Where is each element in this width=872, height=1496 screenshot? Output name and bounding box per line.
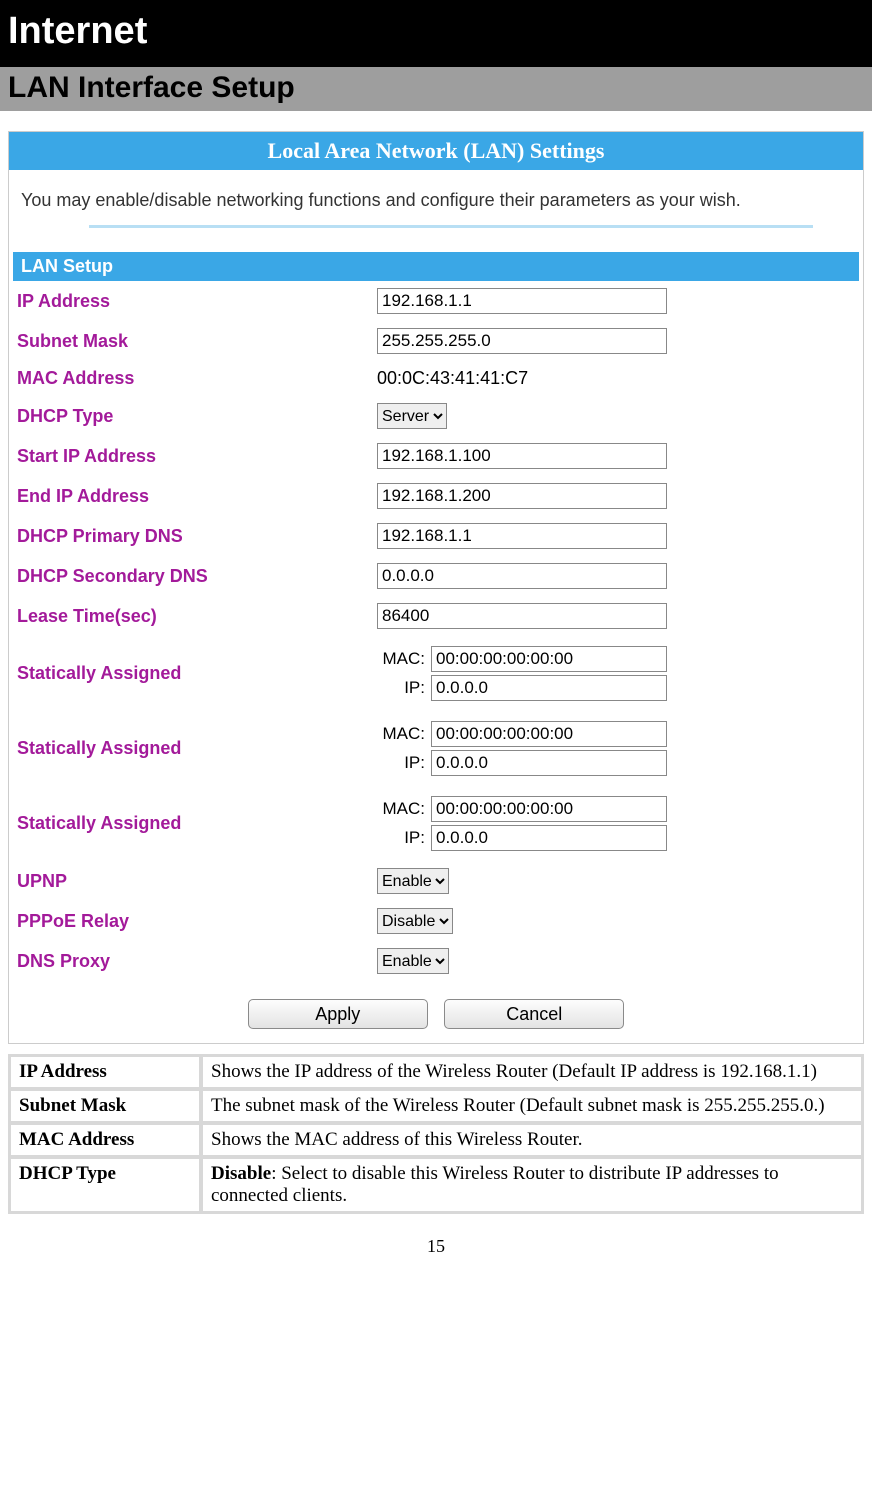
desc-key-dhcp: DHCP Type (10, 1158, 200, 1212)
label-static-3: Statically Assigned (9, 786, 369, 861)
label-static-2: Statically Assigned (9, 711, 369, 786)
static3-ip-input[interactable] (431, 825, 667, 851)
label-secondary-dns: DHCP Secondary DNS (9, 556, 369, 596)
label-dhcp-type: DHCP Type (9, 396, 369, 436)
label-start-ip: Start IP Address (9, 436, 369, 476)
desc-val-dhcp: Disable: Select to disable this Wireless… (202, 1158, 862, 1212)
table-row: IP Address Shows the IP address of the W… (10, 1056, 862, 1088)
label-static1-mac: MAC: (377, 649, 425, 669)
dns-proxy-select[interactable]: Enable (377, 948, 449, 974)
lan-settings-panel: Local Area Network (LAN) Settings You ma… (8, 131, 864, 1044)
panel-title: Local Area Network (LAN) Settings (9, 132, 863, 170)
static3-mac-input[interactable] (431, 796, 667, 822)
label-static-1: Statically Assigned (9, 636, 369, 711)
button-row: Apply Cancel (9, 981, 863, 1043)
panel-description: You may enable/disable networking functi… (9, 170, 863, 217)
table-row: MAC Address Shows the MAC address of thi… (10, 1124, 862, 1156)
page-number: 15 (0, 1236, 872, 1257)
label-static2-ip: IP: (377, 753, 425, 773)
desc-key-ip: IP Address (10, 1056, 200, 1088)
table-row: DHCP Type Disable: Select to disable thi… (10, 1158, 862, 1212)
cancel-button[interactable]: Cancel (444, 999, 624, 1029)
lease-time-input[interactable] (377, 603, 667, 629)
description-table: IP Address Shows the IP address of the W… (8, 1054, 864, 1214)
label-pppoe-relay: PPPoE Relay (9, 901, 369, 941)
secondary-dns-input[interactable] (377, 563, 667, 589)
table-row: Subnet Mask The subnet mask of the Wirel… (10, 1090, 862, 1122)
lan-form-table: IP Address Subnet Mask MAC Address 00:0C… (9, 281, 863, 981)
page-title-sub: LAN Interface Setup (0, 67, 872, 111)
label-static2-mac: MAC: (377, 724, 425, 744)
pppoe-relay-select[interactable]: Disable (377, 908, 453, 934)
label-mac-address: MAC Address (9, 361, 369, 396)
apply-button[interactable]: Apply (248, 999, 428, 1029)
ip-address-input[interactable] (377, 288, 667, 314)
static2-mac-input[interactable] (431, 721, 667, 747)
group-title-lan-setup: LAN Setup (13, 252, 859, 281)
label-primary-dns: DHCP Primary DNS (9, 516, 369, 556)
page-title-main: Internet (0, 0, 872, 67)
label-end-ip: End IP Address (9, 476, 369, 516)
divider (89, 225, 813, 228)
label-lease-time: Lease Time(sec) (9, 596, 369, 636)
static1-mac-input[interactable] (431, 646, 667, 672)
subnet-mask-input[interactable] (377, 328, 667, 354)
upnp-select[interactable]: Enable (377, 868, 449, 894)
label-ip-address: IP Address (9, 281, 369, 321)
label-subnet-mask: Subnet Mask (9, 321, 369, 361)
static2-ip-input[interactable] (431, 750, 667, 776)
label-upnp: UPNP (9, 861, 369, 901)
desc-val-mac: Shows the MAC address of this Wireless R… (202, 1124, 862, 1156)
start-ip-input[interactable] (377, 443, 667, 469)
label-static3-ip: IP: (377, 828, 425, 848)
primary-dns-input[interactable] (377, 523, 667, 549)
label-dns-proxy: DNS Proxy (9, 941, 369, 981)
label-static1-ip: IP: (377, 678, 425, 698)
dhcp-type-select[interactable]: Server (377, 403, 447, 429)
static1-ip-input[interactable] (431, 675, 667, 701)
end-ip-input[interactable] (377, 483, 667, 509)
mac-address-value: 00:0C:43:41:41:C7 (369, 361, 863, 396)
desc-val-ip: Shows the IP address of the Wireless Rou… (202, 1056, 862, 1088)
desc-val-subnet: The subnet mask of the Wireless Router (… (202, 1090, 862, 1122)
label-static3-mac: MAC: (377, 799, 425, 819)
desc-key-mac: MAC Address (10, 1124, 200, 1156)
desc-key-subnet: Subnet Mask (10, 1090, 200, 1122)
